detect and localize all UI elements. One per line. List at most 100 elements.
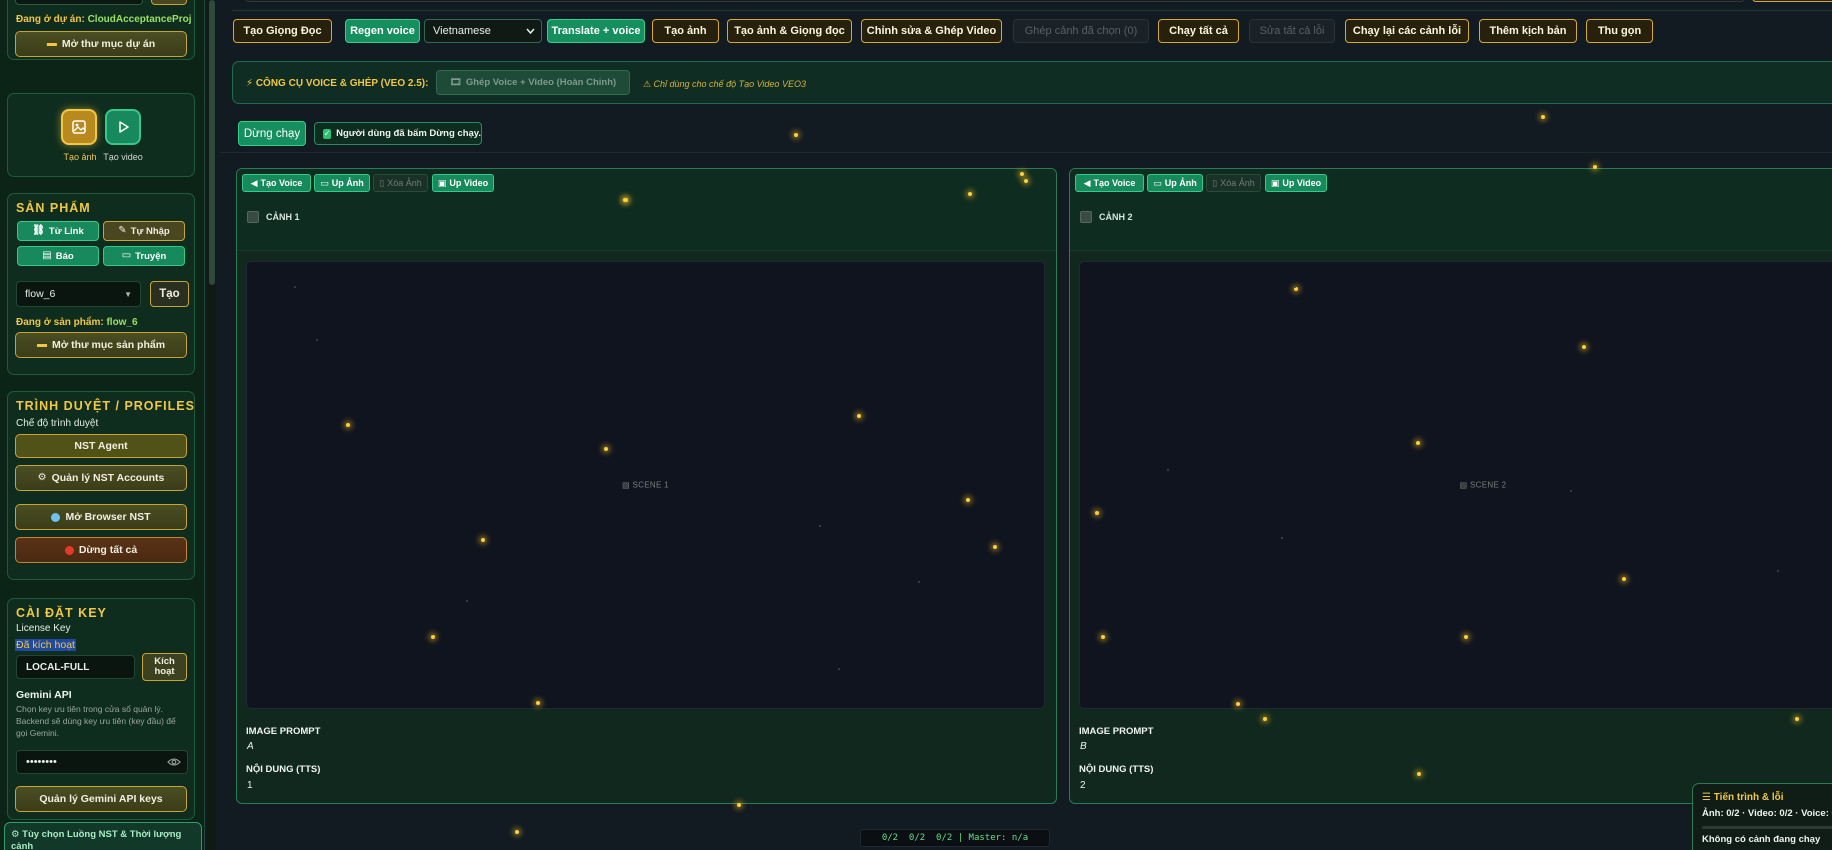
translate-voice-button[interactable]: Translate + voice bbox=[547, 19, 645, 43]
divider bbox=[220, 152, 1832, 153]
trash-icon: ▯ bbox=[379, 177, 385, 188]
check-icon: ✓ bbox=[323, 128, 332, 139]
gemini-key-input[interactable]: •••••••• bbox=[16, 750, 188, 774]
merge-voice-video-button[interactable]: 🎞 Ghép Voice + Video (Hoàn Chỉnh) bbox=[436, 70, 630, 95]
merge-selected-button[interactable]: Ghép cảnh đã chọn (0) bbox=[1013, 19, 1149, 43]
manual-input-button[interactable]: ✎ Tự Nhập bbox=[103, 221, 185, 241]
top-action-button[interactable] bbox=[1752, 0, 1832, 2]
project-action-button[interactable] bbox=[151, 0, 187, 5]
nst-agent-button[interactable]: NST Agent bbox=[15, 434, 187, 458]
edit-merge-video-button[interactable]: Chỉnh sửa & Ghép Video bbox=[861, 19, 1002, 43]
tts-value[interactable]: 1 bbox=[247, 780, 253, 791]
scene-create-voice-button[interactable]: ◀ Tạo Voice bbox=[242, 174, 311, 192]
divider bbox=[232, 10, 1832, 11]
sparkle-particle bbox=[1020, 172, 1024, 176]
nst-options-toggle[interactable]: ⚙ Tùy chọn Luồng NST & Thời lượng cảnh bbox=[4, 822, 202, 850]
activate-button[interactable]: Kích hoạt bbox=[142, 653, 187, 681]
gemini-label: Gemini API bbox=[16, 689, 72, 701]
mode-image-button[interactable] bbox=[61, 109, 97, 145]
newspaper-button[interactable]: ▤ Báo bbox=[17, 246, 99, 266]
trash-icon: ▯ bbox=[1212, 177, 1218, 188]
scene-delete-image-button[interactable]: ▯ Xóa Ảnh bbox=[1206, 174, 1261, 192]
key-card: CÀI ĐẶT KEY License Key Đã kích hoạt LOC… bbox=[7, 598, 195, 820]
project-input[interactable] bbox=[15, 0, 143, 5]
stop-run-button[interactable]: Dừng chạy bbox=[238, 121, 306, 146]
progress-counts: Ảnh: 0/2 · Video: 0/2 · Voice: 0 bbox=[1702, 808, 1832, 819]
dust-particle bbox=[1294, 286, 1296, 288]
story-button[interactable]: ▭ Truyện bbox=[103, 246, 185, 266]
sparkle-particle bbox=[536, 701, 540, 705]
dust-particle bbox=[294, 286, 296, 288]
scene-delete-image-button[interactable]: ▯ Xóa Ảnh bbox=[373, 174, 428, 192]
fix-all-errors-button[interactable]: Sửa tất cả lỗi bbox=[1249, 19, 1335, 43]
manage-nst-accounts-button[interactable]: ⚙ Quản lý NST Accounts bbox=[15, 465, 187, 491]
dust-particle bbox=[838, 668, 840, 670]
sparkle-particle bbox=[1101, 635, 1105, 639]
language-select[interactable]: Vietnamese bbox=[424, 19, 542, 43]
sparkle-particle bbox=[1416, 441, 1420, 445]
tts-label: NỘI DUNG (TTS) bbox=[246, 764, 321, 775]
scene-card-2: ◀ Tạo Voice ▭ Up Ảnh ▯ Xóa Ảnh ▣ Up Video CẢ… bbox=[1069, 168, 1832, 804]
rerun-failed-button[interactable]: Chạy lại các cảnh lỗi bbox=[1345, 19, 1469, 43]
dust-particle bbox=[1167, 469, 1169, 471]
license-status: Đã kích hoạt bbox=[15, 639, 76, 651]
scene-upload-image-button[interactable]: ▭ Up Ảnh bbox=[314, 174, 370, 192]
top-input[interactable] bbox=[245, 0, 1745, 2]
tts-value[interactable]: 2 bbox=[1080, 780, 1086, 791]
dust-particle bbox=[1570, 490, 1572, 492]
dust-particle bbox=[1281, 537, 1283, 539]
product-status: Đang ở sản phẩm: flow_6 bbox=[16, 317, 138, 328]
open-project-folder-button[interactable]: ▬ Mở thư mục dự án bbox=[15, 31, 187, 57]
veo-title: ⚡ CÔNG CỤ VOICE & GHÉP (VEO 2.5): bbox=[246, 78, 429, 89]
scene-create-voice-button[interactable]: ◀ Tạo Voice bbox=[1075, 174, 1144, 192]
scene-upload-image-button[interactable]: ▭ Up Ảnh bbox=[1147, 174, 1203, 192]
image-prompt-label: IMAGE PROMPT bbox=[246, 726, 321, 737]
collapse-button[interactable]: Thu gọn bbox=[1586, 19, 1653, 43]
scene-select-checkbox[interactable] bbox=[247, 211, 259, 223]
create-voice-button[interactable]: Tạo Giọng Đọc bbox=[233, 19, 332, 43]
manage-gemini-keys-button[interactable]: Quản lý Gemini API keys bbox=[15, 786, 187, 812]
sparkle-particle bbox=[1541, 115, 1545, 119]
eye-icon[interactable] bbox=[167, 757, 181, 767]
scene-card-1: ◀ Tạo Voice ▭ Up Ảnh ▯ Xóa Ảnh ▣ Up Video CẢ… bbox=[236, 168, 1057, 804]
stop-all-button[interactable]: Dừng tất cả bbox=[15, 537, 187, 563]
run-all-button[interactable]: Chạy tất cả bbox=[1158, 19, 1239, 43]
scene-upload-video-button[interactable]: ▣ Up Video bbox=[1265, 174, 1327, 192]
sparkle-particle bbox=[1464, 635, 1468, 639]
image-icon: ▭ bbox=[320, 177, 329, 188]
sidebar: Đang ở dự án: CloudAcceptanceProj ▬ Mở t… bbox=[0, 0, 205, 850]
create-image-button[interactable]: Tạo ảnh bbox=[652, 19, 719, 43]
sparkle-particle bbox=[968, 192, 972, 196]
create-image-voice-button[interactable]: Tạo ảnh & Giọng đọc bbox=[727, 19, 852, 43]
sidebar-scrollbar-thumb[interactable] bbox=[209, 0, 215, 285]
globe-icon bbox=[51, 512, 61, 522]
image-prompt-value[interactable]: A bbox=[247, 741, 254, 752]
license-input[interactable]: LOCAL-FULL bbox=[16, 655, 135, 679]
scene-select-checkbox[interactable] bbox=[1080, 211, 1092, 223]
from-link-button[interactable]: ⛓ Từ Link bbox=[17, 221, 99, 241]
mode-card: Tạo ảnh Tạo video bbox=[7, 93, 195, 177]
add-script-button[interactable]: Thêm kịch bản bbox=[1479, 19, 1577, 43]
open-browser-nst-button[interactable]: Mở Browser NST bbox=[15, 504, 187, 530]
stopped-notice: ✓ Người dùng đã bấm Dừng chạy. bbox=[314, 122, 482, 145]
image-prompt-value[interactable]: B bbox=[1080, 741, 1087, 752]
image-placeholder-icon: ▧ bbox=[622, 480, 633, 490]
list-icon: ☰ bbox=[1702, 792, 1714, 803]
stop-icon bbox=[64, 545, 74, 555]
lightning-icon: ⚡ bbox=[246, 78, 256, 89]
sparkle-particle bbox=[623, 198, 627, 202]
scene-upload-video-button[interactable]: ▣ Up Video bbox=[432, 174, 494, 192]
product-select[interactable]: flow_6 ▼ bbox=[16, 281, 141, 307]
mode-video-button[interactable] bbox=[105, 109, 141, 145]
folder-icon: ▬ bbox=[36, 339, 47, 350]
key-title: CÀI ĐẶT KEY bbox=[16, 606, 107, 620]
image-icon: ▭ bbox=[1153, 177, 1162, 188]
sparkle-particle bbox=[737, 803, 741, 807]
sparkle-particle bbox=[346, 423, 350, 427]
mode-video-label: Tạo video bbox=[103, 152, 143, 162]
regen-voice-button[interactable]: Regen voice bbox=[345, 19, 420, 43]
sparkle-particle bbox=[431, 635, 435, 639]
sparkle-particle bbox=[604, 447, 608, 451]
create-product-button[interactable]: Tạo bbox=[150, 281, 189, 307]
open-product-folder-button[interactable]: ▬ Mở thư mục sản phẩm bbox=[15, 332, 187, 358]
